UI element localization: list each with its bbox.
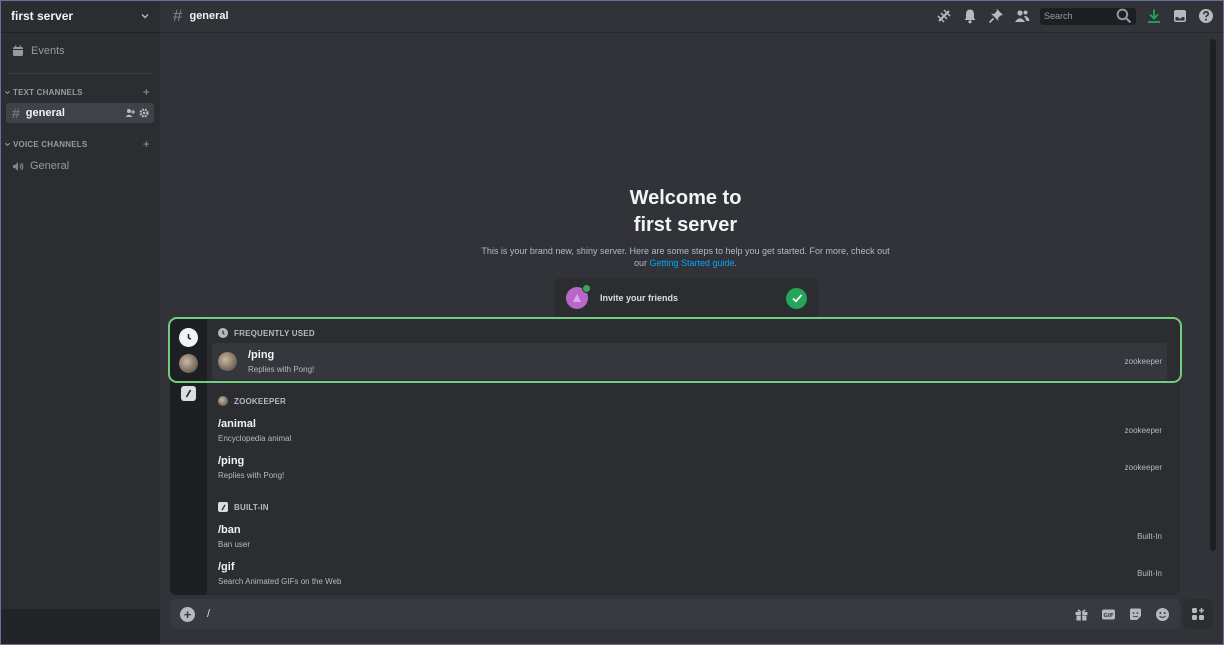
- command-name: /animal: [218, 418, 256, 430]
- bot-avatar: [218, 352, 237, 371]
- command-source: Built-In: [1137, 569, 1162, 578]
- add-attachment-button[interactable]: +: [180, 606, 195, 622]
- channel-name: general: [25, 107, 65, 119]
- channel-title: general: [189, 10, 229, 22]
- command-item[interactable]: /ping Replies with Pong! zookeeper: [212, 449, 1167, 486]
- command-list: FREQUENTLY USED /ping Replies with Pong!…: [207, 318, 1180, 595]
- sidebar-divider: [8, 73, 152, 74]
- category-text-channels[interactable]: TEXT CHANNELS +: [0, 85, 160, 99]
- command-description: Ban user: [218, 540, 251, 549]
- sticker-icon[interactable]: [1128, 607, 1143, 622]
- chevron-down-icon: [4, 90, 11, 94]
- welcome-section: Welcome to first server This is your bra…: [480, 185, 891, 269]
- pin-icon[interactable]: [988, 8, 1004, 24]
- welcome-description: This is your brand new, shiny server. He…: [481, 246, 890, 268]
- calendar-icon: [13, 45, 23, 56]
- member-list-icon[interactable]: [1014, 8, 1030, 24]
- bell-icon[interactable]: [962, 8, 978, 24]
- invite-friends-card[interactable]: Invite your friends: [554, 278, 818, 318]
- command-name: /ping: [248, 349, 275, 361]
- command-description: Encyclopedia animal: [218, 434, 292, 443]
- download-icon[interactable]: [1146, 8, 1162, 24]
- command-description: Replies with Pong!: [218, 471, 285, 480]
- checkmark-icon: [786, 287, 807, 309]
- gift-icon[interactable]: [1074, 607, 1089, 622]
- message-composer[interactable]: + / GIF: [170, 599, 1180, 629]
- command-category-rail: [170, 318, 207, 595]
- apps-button[interactable]: [1183, 599, 1213, 629]
- section-header-frequently-used: FREQUENTLY USED: [218, 328, 315, 338]
- command-item[interactable]: /ban Ban user Built-In: [212, 518, 1167, 555]
- command-autocomplete: FREQUENTLY USED /ping Replies with Pong!…: [170, 318, 1180, 595]
- threads-icon[interactable]: [936, 8, 952, 24]
- hash-icon: #: [173, 6, 183, 25]
- category-label: TEXT CHANNELS: [13, 87, 83, 97]
- invite-avatar-icon: [566, 284, 591, 309]
- channel-sidebar: first server Events TEXT CHANNELS + # ge…: [0, 0, 160, 645]
- invite-label: Invite your friends: [600, 293, 679, 303]
- command-description: Search Animated GIFs on the Web: [218, 577, 342, 586]
- message-input[interactable]: /: [207, 608, 210, 620]
- invite-people-icon[interactable]: [125, 108, 135, 118]
- channel-item-general[interactable]: # general: [6, 103, 154, 123]
- category-label: VOICE CHANNELS: [13, 139, 88, 149]
- command-source: zookeeper: [1124, 426, 1162, 435]
- events-item[interactable]: Events: [0, 40, 160, 62]
- chevron-down-icon: [141, 14, 149, 19]
- clock-icon[interactable]: [179, 328, 198, 347]
- help-icon[interactable]: [1198, 8, 1214, 24]
- getting-started-link[interactable]: Getting Started guide: [649, 258, 734, 268]
- command-source: zookeeper: [1124, 463, 1162, 472]
- section-header-built-in: BUILT-IN: [218, 502, 269, 512]
- slash-icon[interactable]: [181, 386, 196, 401]
- command-name: /ping: [218, 455, 245, 467]
- bot-avatar: [218, 396, 228, 406]
- create-channel-icon[interactable]: +: [143, 85, 150, 99]
- channel-header: # general Search: [160, 0, 1224, 33]
- command-name: /ban: [218, 524, 241, 536]
- server-header[interactable]: first server: [0, 0, 160, 33]
- user-panel: [0, 609, 160, 645]
- hash-icon: #: [12, 105, 20, 121]
- bot-avatar[interactable]: [179, 354, 198, 373]
- emoji-icon[interactable]: [1155, 607, 1170, 622]
- command-source: Built-In: [1137, 532, 1162, 541]
- chevron-down-icon: [4, 142, 11, 146]
- command-description: Replies with Pong!: [248, 365, 315, 374]
- command-source: zookeeper: [1124, 357, 1162, 366]
- category-voice-channels[interactable]: VOICE CHANNELS +: [0, 137, 160, 151]
- search-icon: [1116, 8, 1132, 24]
- apps-icon: [1192, 608, 1204, 620]
- search-input[interactable]: Search: [1040, 7, 1136, 25]
- section-header-zookeeper: ZOOKEEPER: [218, 396, 286, 406]
- search-placeholder: Search: [1044, 11, 1073, 21]
- speaker-icon: [13, 161, 24, 171]
- create-channel-icon[interactable]: +: [143, 137, 150, 151]
- chat-scrollbar[interactable]: [1210, 39, 1216, 551]
- slash-icon: [218, 502, 228, 512]
- gif-icon[interactable]: GIF: [1101, 607, 1116, 622]
- channel-item-voice-general[interactable]: General: [6, 156, 154, 176]
- command-item[interactable]: /gif Search Animated GIFs on the Web Bui…: [212, 555, 1167, 592]
- channel-name: General: [30, 160, 70, 172]
- command-item[interactable]: /animal Encyclopedia animal zookeeper: [212, 412, 1167, 449]
- clock-icon: [218, 328, 228, 338]
- inbox-icon[interactable]: [1172, 8, 1188, 24]
- command-name: /gif: [218, 561, 235, 573]
- gear-icon[interactable]: [139, 108, 149, 118]
- events-label: Events: [31, 45, 65, 57]
- command-item[interactable]: /ping Replies with Pong! zookeeper: [212, 343, 1167, 380]
- server-name: first server: [11, 9, 74, 23]
- welcome-title: Welcome to first server: [629, 187, 742, 236]
- svg-text:GIF: GIF: [1103, 613, 1114, 619]
